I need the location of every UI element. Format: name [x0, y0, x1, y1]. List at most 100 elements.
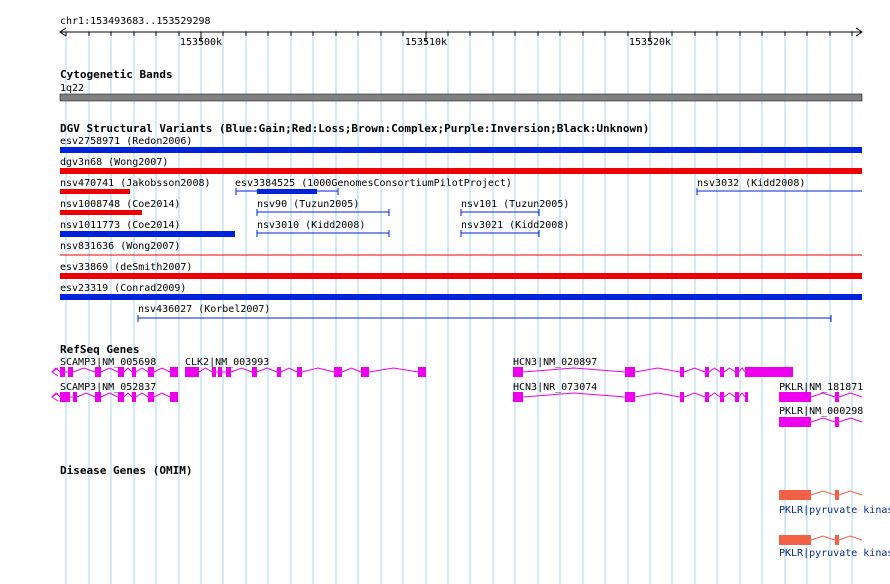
exon	[95, 367, 101, 377]
intron	[838, 490, 863, 496]
tick-label: 153520k	[629, 37, 671, 48]
variant-bar[interactable]	[257, 189, 317, 194]
variant-bar[interactable]	[60, 231, 235, 237]
exon	[170, 367, 178, 377]
exon	[779, 490, 811, 500]
variant-label: nsv3010 (Kidd2008)	[257, 220, 365, 231]
exon	[60, 392, 70, 402]
exon	[132, 392, 136, 402]
variant-bar[interactable]	[60, 189, 130, 194]
exon	[68, 367, 73, 377]
exon	[361, 367, 369, 377]
exon	[297, 367, 302, 377]
exon	[118, 392, 124, 402]
gene-label: PKLR|NM_181871	[779, 382, 863, 393]
gene-model-clk2[interactable]	[185, 367, 426, 377]
variant-label: nsv831636 (Wong2007)	[60, 241, 180, 252]
track-title: Cytogenetic Bands	[60, 68, 173, 81]
intron	[810, 535, 836, 541]
omim-gene-model[interactable]	[779, 490, 863, 500]
intron	[810, 392, 836, 398]
intron	[100, 392, 119, 398]
intron	[72, 367, 96, 373]
intron	[76, 392, 96, 398]
ruler-track[interactable]: chr1:153493683..153529298 153500k 153510…	[59, 16, 863, 48]
gene-model-pklr-1[interactable]	[779, 392, 863, 402]
variant-label: nsv3021 (Kidd2008)	[461, 220, 569, 231]
gene-model-pklr-2[interactable]	[779, 417, 863, 427]
gene-label: HCN3|NM_020897	[513, 357, 597, 368]
variant-label: nsv101 (Tuzun2005)	[461, 199, 569, 210]
genome-browser-view: chr1:153493683..153529298 153500k 153510…	[51, 16, 890, 584]
exon	[212, 367, 216, 377]
exon	[625, 367, 635, 377]
exon	[735, 392, 739, 402]
variant-bar[interactable]	[60, 168, 862, 174]
exon	[418, 367, 426, 377]
omim-gene-models[interactable]	[779, 490, 863, 545]
variant-label: nsv3032 (Kidd2008)	[697, 178, 805, 189]
exon	[170, 392, 178, 402]
intron	[708, 367, 721, 373]
intron	[123, 392, 133, 398]
location-label: chr1:153493683..153529298	[60, 16, 211, 27]
exon	[745, 392, 748, 402]
intron	[100, 367, 119, 373]
exon	[735, 367, 739, 377]
intron	[135, 392, 149, 398]
omim-track[interactable]: Disease Genes (OMIM) PKLR|pyruvate kinas…	[60, 464, 890, 559]
cytoband-track[interactable]: Cytogenetic Bands 1q22	[59, 68, 863, 102]
exon	[720, 392, 724, 402]
band-bar[interactable]	[59, 93, 863, 102]
exon	[132, 367, 136, 377]
exon	[277, 367, 281, 377]
exon	[680, 392, 684, 402]
exon	[835, 490, 839, 500]
intron	[634, 392, 681, 398]
variant-label: nsv1011773 (Coe2014)	[60, 220, 180, 231]
intron	[301, 367, 335, 373]
gene-label: PKLR|NM_000298	[779, 406, 863, 417]
dgv-track[interactable]: DGV Structural Variants (Blue:Gain;Red:L…	[60, 122, 862, 322]
exon	[835, 535, 839, 545]
variant-bar[interactable]	[60, 273, 862, 279]
variant-label: dgv3n68 (Wong2007)	[60, 157, 168, 168]
omim-gene-label[interactable]: PKLR|pyruvate kinase	[779, 548, 890, 559]
variant-label: nsv470741 (Jakobsson2008)	[60, 178, 211, 189]
gene-model-hcn3-2[interactable]	[513, 392, 748, 402]
variant-bar[interactable]	[60, 294, 862, 300]
intron	[723, 367, 736, 373]
gene-label: SCAMP3|NM_005698	[60, 357, 156, 368]
intron	[368, 367, 419, 373]
omim-gene-model[interactable]	[779, 535, 863, 545]
gene-model-hcn3-1[interactable]	[513, 367, 793, 377]
exon	[835, 417, 839, 427]
variant-label: esv23319 (Conrad2009)	[60, 283, 186, 294]
gene-model-scamp3-1[interactable]	[51, 367, 178, 377]
intron	[810, 417, 836, 423]
variant-bar[interactable]	[60, 147, 862, 153]
gene-model-scamp3-2[interactable]	[51, 392, 178, 402]
exon	[779, 392, 811, 402]
variant-label: esv33869 (deSmith2007)	[60, 262, 192, 273]
track-title: Disease Genes (OMIM)	[60, 464, 192, 477]
exon	[680, 367, 684, 377]
exon	[625, 392, 635, 402]
variant-label: nsv1008748 (Coe2014)	[60, 199, 180, 210]
exon	[779, 535, 811, 545]
omim-gene-label[interactable]: PKLR|pyruvate kinase	[779, 505, 890, 516]
refseq-track[interactable]: RefSeq Genes SCAMP3|NM_005698 CLK2|NM_00…	[51, 343, 863, 427]
variant-label: nsv90 (Tuzun2005)	[257, 199, 359, 210]
exon	[118, 367, 124, 377]
exon	[513, 367, 523, 377]
variant-bar[interactable]	[60, 210, 142, 215]
minor-ticks	[65, 32, 853, 36]
tick-label: 153510k	[405, 37, 447, 48]
intron	[634, 367, 681, 373]
exon	[252, 367, 257, 377]
intron	[280, 367, 298, 373]
exon	[779, 417, 811, 427]
exon	[835, 392, 839, 402]
intron	[838, 535, 863, 541]
exon	[705, 367, 709, 377]
